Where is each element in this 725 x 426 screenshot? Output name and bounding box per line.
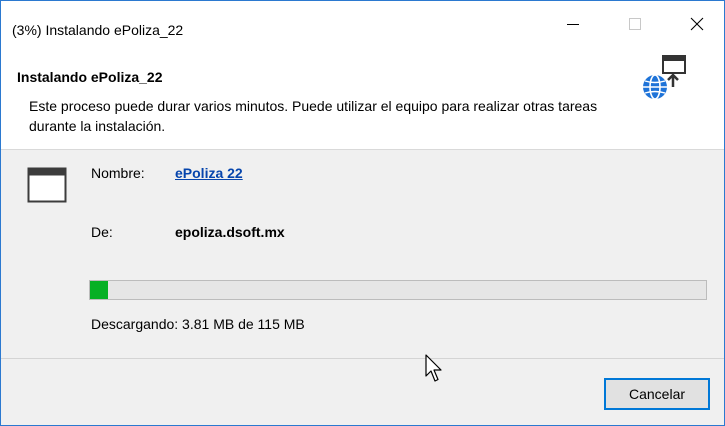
progress-fill (90, 281, 109, 299)
download-status: Descargando: 3.81 MB de 115 MB (91, 316, 305, 332)
title-bar[interactable]: (3%) Instalando ePoliza_22 (1, 1, 724, 53)
installer-header: Instalando ePoliza_22 Este proceso puede… (1, 53, 724, 150)
cancel-button[interactable]: Cancelar (604, 378, 710, 410)
app-name-link[interactable]: ePoliza 22 (175, 165, 243, 181)
maximize-icon (629, 18, 641, 30)
application-window-icon (27, 167, 67, 203)
name-label: Nombre: (91, 165, 145, 181)
maximize-button (612, 9, 658, 39)
header-description: Este proceso puede durar varios minutos.… (29, 98, 598, 134)
download-progress-bar (89, 280, 707, 300)
close-button[interactable] (674, 9, 720, 39)
header-title: Instalando ePoliza_22 (17, 69, 163, 85)
globe-install-icon (643, 55, 686, 100)
minimize-icon (567, 24, 579, 25)
from-label: De: (91, 224, 113, 240)
close-icon (690, 17, 704, 31)
publisher-domain: epoliza.dsoft.mx (175, 224, 285, 240)
installer-body: Nombre: ePoliza 22 De: epoliza.dsoft.mx … (1, 150, 724, 358)
installer-footer: Cancelar (1, 358, 724, 425)
installer-window: (3%) Instalando ePoliza_22 Instalando eP… (0, 0, 725, 426)
window-title: (3%) Instalando ePoliza_22 (12, 22, 184, 38)
minimize-button[interactable] (550, 9, 596, 39)
